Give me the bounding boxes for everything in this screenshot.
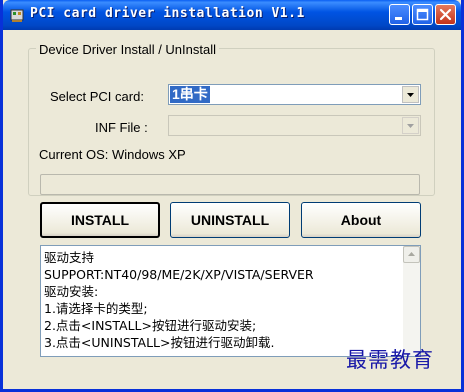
group-title: Device Driver Install / UnInstall [36, 42, 219, 57]
current-os-caption: Current OS: [39, 147, 109, 162]
title-bar[interactable]: PCI card driver installation V1.1 [3, 0, 461, 30]
info-text: 驱动支持 SUPPORT:NT40/98/ME/2K/XP/VISTA/SERV… [44, 249, 399, 351]
close-button[interactable] [435, 4, 456, 25]
pci-card-label: Select PCI card: [50, 89, 144, 104]
chevron-down-icon [407, 124, 414, 128]
current-os-label: Current OS: Windows XP [39, 147, 186, 162]
inf-file-label: INF File : [95, 120, 148, 135]
install-progress-bar [40, 174, 420, 195]
current-os-value: Windows XP [111, 147, 186, 162]
pci-card-select[interactable]: 1串卡 [168, 84, 421, 105]
scroll-up-button[interactable] [403, 246, 420, 263]
install-button[interactable]: INSTALL [40, 202, 160, 238]
watermark: 最需教育 [346, 348, 434, 372]
installer-window: PCI card driver installation V1.1 Device… [0, 0, 464, 392]
window-title: PCI card driver installation V1.1 [30, 6, 305, 21]
inf-file-dropdown-button[interactable] [402, 117, 419, 134]
info-textbox[interactable]: 驱动支持 SUPPORT:NT40/98/ME/2K/XP/VISTA/SERV… [40, 245, 421, 357]
info-line: 2.点击<INSTALL>按钮进行驱动安装; [44, 318, 257, 333]
maximize-icon [416, 8, 429, 21]
chevron-up-icon [408, 252, 415, 256]
info-line: 驱动支持 [44, 250, 95, 265]
pci-card-dropdown-button[interactable] [402, 86, 419, 103]
about-button[interactable]: About [301, 202, 421, 238]
minimize-button[interactable] [389, 4, 410, 25]
close-icon [439, 8, 452, 21]
info-line: 驱动安装: [44, 284, 99, 299]
pci-card-selected-value: 1串卡 [170, 86, 210, 103]
inf-file-select[interactable] [168, 115, 421, 136]
minimize-icon [395, 17, 402, 20]
chevron-down-icon [407, 93, 414, 97]
info-line: SUPPORT:NT40/98/ME/2K/XP/VISTA/SERVER [44, 267, 314, 282]
app-icon [9, 7, 25, 23]
info-line: 1.请选择卡的类型; [44, 301, 148, 316]
maximize-button[interactable] [412, 4, 433, 25]
info-scrollbar[interactable] [403, 246, 420, 356]
uninstall-button[interactable]: UNINSTALL [170, 202, 290, 238]
